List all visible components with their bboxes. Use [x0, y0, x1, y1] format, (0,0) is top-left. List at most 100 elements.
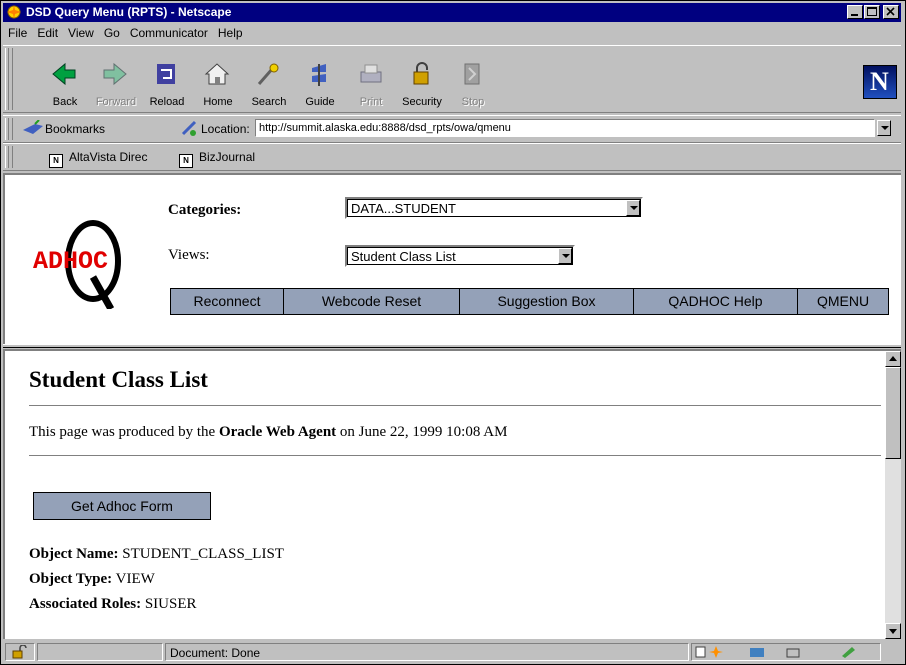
categories-dropdown-button[interactable] — [626, 200, 640, 216]
back-arrow-icon — [52, 62, 76, 86]
security-label: Security — [402, 96, 442, 108]
views-dropdown-button[interactable] — [558, 248, 572, 264]
bookmark-page-icon: N — [179, 154, 193, 168]
forward-button[interactable]: Forward — [90, 50, 142, 110]
content-frame: Student Class List This page was produce… — [3, 349, 901, 639]
location-toolbar-grip[interactable] — [5, 118, 13, 140]
guide-label: Guide — [305, 96, 335, 108]
scroll-thumb[interactable] — [885, 367, 901, 459]
menu-file[interactable]: File — [3, 24, 32, 40]
suggestion-box-button[interactable]: Suggestion Box — [459, 288, 634, 315]
categories-label: Categories: — [168, 202, 242, 218]
home-icon — [204, 63, 230, 85]
location-page-icon[interactable] — [181, 120, 199, 138]
object-type-line: Object Type: VIEW — [29, 571, 155, 588]
reload-button[interactable]: Reload — [141, 50, 193, 110]
guide-button[interactable]: Guide — [294, 50, 346, 110]
menu-help[interactable]: Help — [213, 24, 248, 40]
status-bar: Document: Done — [3, 641, 901, 662]
url-input[interactable] — [257, 121, 861, 135]
object-type-label: Object Type: — [29, 571, 113, 587]
component-bar-icons — [695, 646, 855, 658]
minimize-button[interactable] — [847, 5, 863, 19]
netscape-logo[interactable]: N — [863, 65, 897, 99]
menu-communicator[interactable]: Communicator — [125, 24, 213, 40]
views-label: Views: — [168, 247, 210, 263]
menu-go[interactable]: Go — [99, 24, 125, 40]
guide-icon — [312, 64, 326, 86]
views-value: Student Class List — [351, 249, 456, 264]
divider-top — [29, 405, 881, 407]
stop-icon — [464, 63, 480, 85]
netscape-n-icon: N — [870, 67, 889, 96]
page-heading: Student Class List — [29, 367, 208, 392]
produced-agent: Oracle Web Agent — [218, 424, 337, 440]
scroll-down-button[interactable] — [885, 623, 901, 639]
url-dropdown-button[interactable] — [877, 120, 891, 136]
menu-view[interactable]: View — [63, 24, 99, 40]
progress-cell — [37, 643, 163, 661]
bookmark-altavista-label: AltaVista Direc — [69, 150, 148, 164]
security-status-cell[interactable] — [5, 643, 35, 661]
security-button[interactable]: Security — [396, 50, 448, 110]
component-bar — [691, 643, 881, 661]
stop-button[interactable]: Stop — [447, 50, 499, 110]
print-button[interactable]: Print — [345, 50, 397, 110]
object-name-value: STUDENT_CLASS_LIST — [118, 546, 284, 562]
search-icon — [257, 63, 279, 85]
bookmarks-button[interactable]: Bookmarks — [45, 122, 105, 136]
associated-roles-label: Associated Roles: — [29, 596, 142, 612]
qmenu-button[interactable]: QMENU — [797, 288, 889, 315]
window-controls — [846, 5, 899, 20]
bookmark-bizjournal[interactable]: N BizJournal — [179, 150, 255, 168]
search-button[interactable]: Search — [243, 50, 295, 110]
scroll-up-button[interactable] — [885, 351, 901, 367]
print-label: Print — [359, 96, 383, 108]
reconnect-button[interactable]: Reconnect — [170, 288, 284, 315]
stop-label: Stop — [461, 96, 485, 108]
padlock-icon — [413, 62, 429, 85]
forward-arrow-icon — [103, 62, 127, 86]
divider-bottom — [29, 455, 881, 457]
categories-value: DATA...STUDENT — [351, 201, 456, 216]
query-header-frame: ADHOC Categories: DATA...STUDENT Views: … — [3, 173, 901, 345]
close-icon — [886, 7, 895, 16]
minimize-icon — [851, 14, 858, 16]
back-button[interactable]: Back — [39, 50, 91, 110]
bookmark-page-icon: N — [49, 154, 63, 168]
produced-suffix: on June 22, 1999 10:08 AM — [336, 424, 508, 440]
adhoc-q-logo: ADHOC — [33, 220, 121, 309]
status-text: Document: Done — [170, 646, 261, 660]
forward-label: Forward — [95, 96, 137, 108]
title-bar[interactable]: DSD Query Menu (RPTS) - Netscape — [3, 3, 901, 22]
menu-edit[interactable]: Edit — [32, 24, 63, 40]
location-label: Location: — [201, 122, 250, 136]
associated-roles-value: SIUSER — [141, 596, 197, 612]
get-adhoc-form-button[interactable]: Get Adhoc Form — [33, 492, 211, 520]
browser-window: DSD Query Menu (RPTS) - Netscape File Edi… — [0, 0, 906, 665]
maximize-button[interactable] — [864, 5, 880, 19]
webcode-reset-button[interactable]: Webcode Reset — [283, 288, 460, 315]
bookmark-icon[interactable] — [21, 120, 45, 138]
produced-by-line: This page was produced by the Oracle Web… — [29, 424, 507, 441]
toolbar-grip[interactable] — [5, 48, 13, 110]
status-text-cell: Document: Done — [165, 643, 689, 661]
object-type-value: VIEW — [112, 571, 155, 587]
bookmark-altavista[interactable]: N AltaVista Direc — [49, 150, 147, 168]
navigation-toolbar: Back Forward Reload Home Search Guide Pr… — [3, 45, 901, 113]
maximize-icon — [867, 7, 877, 16]
home-button[interactable]: Home — [192, 50, 244, 110]
qadhoc-help-button[interactable]: QADHOC Help — [633, 288, 798, 315]
views-select[interactable]: Student Class List — [345, 245, 575, 267]
content-vertical-scrollbar[interactable] — [885, 351, 901, 639]
window-title: DSD Query Menu (RPTS) - Netscape — [26, 5, 232, 19]
netscape-app-icon — [7, 5, 21, 19]
url-field[interactable] — [255, 119, 875, 137]
object-name-label: Object Name: — [29, 546, 119, 562]
frame-splitter[interactable] — [3, 344, 901, 348]
bookmark-bizjournal-label: BizJournal — [199, 150, 256, 164]
personal-toolbar-grip[interactable] — [5, 146, 13, 168]
categories-select[interactable]: DATA...STUDENT — [345, 197, 643, 219]
personal-toolbar: N AltaVista Direc N BizJournal — [3, 143, 901, 171]
close-button[interactable] — [883, 5, 899, 19]
